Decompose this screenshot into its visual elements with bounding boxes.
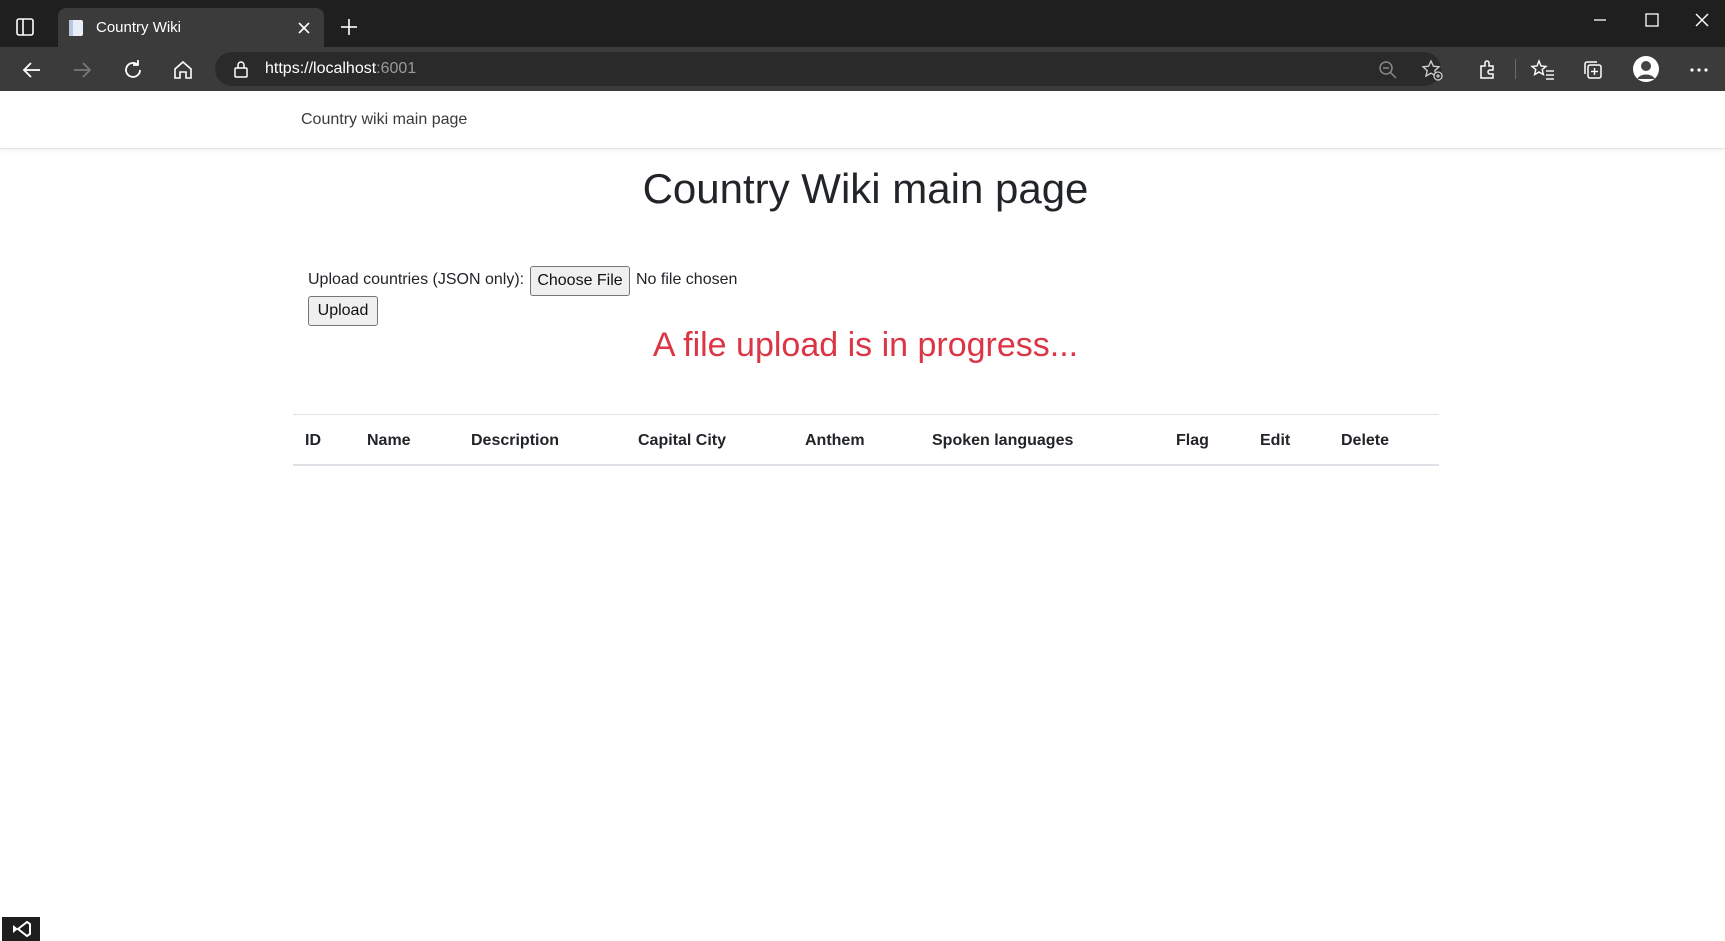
forward-arrow-icon[interactable]: [69, 57, 95, 83]
page-title: Country Wiki main page: [642, 165, 1089, 212]
address-bar[interactable]: https://localhost:6001: [215, 52, 1444, 86]
plus-icon[interactable]: [338, 16, 360, 38]
page-icon: [69, 20, 83, 36]
zoom-out-icon[interactable]: [1377, 59, 1399, 81]
upload-progress-message: A file upload is in progress...: [652, 326, 1079, 364]
choose-file-button[interactable]: Choose File: [530, 266, 630, 296]
url-host: https://localhost: [265, 60, 377, 77]
home-icon[interactable]: [170, 57, 196, 83]
close-icon[interactable]: [1690, 8, 1714, 32]
column-header-flag: Flag: [1176, 432, 1209, 449]
navbar-brand-link[interactable]: Country wiki main page: [301, 111, 467, 129]
tab-actions-icon[interactable]: [14, 16, 36, 38]
column-header-description: Description: [471, 432, 560, 449]
site-navbar: Country wiki main page: [0, 91, 1725, 149]
browser-toolbar: https://localhost:6001: [0, 47, 1725, 91]
lock-icon[interactable]: [232, 60, 250, 78]
visual-studio-icon: [2, 917, 40, 941]
column-header-delete: Delete: [1341, 432, 1390, 449]
close-icon[interactable]: [296, 20, 312, 36]
collections-icon[interactable]: [1580, 57, 1606, 83]
browser-title-bar: Country Wiki: [0, 0, 1725, 47]
profile-avatar-icon[interactable]: [1632, 55, 1660, 83]
file-status-text: No file chosen: [636, 271, 738, 288]
toolbar-divider: [1515, 59, 1516, 79]
column-header-name: Name: [367, 432, 411, 449]
column-header-id: ID: [305, 432, 321, 449]
url-port: :6001: [376, 60, 417, 77]
back-arrow-icon[interactable]: [19, 57, 45, 83]
refresh-icon[interactable]: [120, 57, 146, 83]
column-header-capital-city: Capital City: [638, 432, 727, 449]
maximize-icon[interactable]: [1640, 8, 1664, 32]
minimize-icon[interactable]: [1588, 8, 1612, 32]
column-header-edit: Edit: [1260, 432, 1291, 449]
more-icon[interactable]: [1686, 57, 1712, 83]
add-favorite-icon[interactable]: [1420, 58, 1444, 82]
tab-title: Country Wiki: [96, 19, 182, 36]
extensions-icon[interactable]: [1474, 57, 1500, 83]
browser-tab[interactable]: Country Wiki: [58, 8, 324, 47]
url-text[interactable]: https://localhost:6001: [265, 60, 416, 78]
favorites-icon[interactable]: [1530, 57, 1556, 83]
column-header-spoken-languages: Spoken languages: [932, 432, 1074, 449]
upload-button[interactable]: Upload: [308, 296, 378, 326]
upload-label: Upload countries (JSON only):: [308, 271, 525, 288]
countries-table: ID Name Description Capital City Anthem …: [293, 414, 1439, 466]
column-header-anthem: Anthem: [805, 432, 865, 449]
